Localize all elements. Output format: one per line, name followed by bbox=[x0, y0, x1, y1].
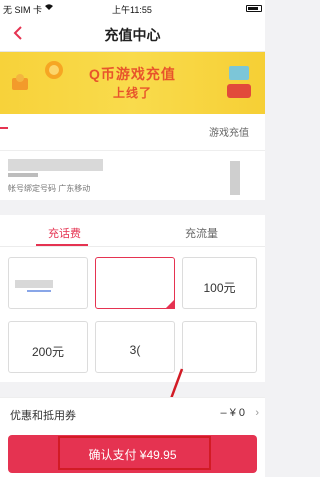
wifi-icon bbox=[44, 3, 54, 13]
recharge-tabs: 充话费 充流量 bbox=[0, 215, 265, 247]
game-recharge-row[interactable]: 游戏充值 bbox=[0, 114, 265, 150]
coupon-row[interactable]: 优惠和抵用券 – ¥ 0 › bbox=[0, 397, 265, 427]
amount-grid: 100元 200元 3( bbox=[0, 247, 265, 382]
amount-option[interactable] bbox=[182, 321, 257, 373]
amount-label: 200元 bbox=[31, 345, 65, 359]
phone-binding-hint: 帐号绑定号码 广东移动 bbox=[8, 184, 91, 193]
gift-box-icon bbox=[223, 62, 257, 107]
amount-blurred bbox=[15, 280, 53, 288]
promo-banner[interactable]: Q币游戏充值 上线了 bbox=[0, 52, 265, 114]
pay-bar: 确认支付 ¥49.95 bbox=[0, 427, 265, 477]
amount-option[interactable]: 200元 bbox=[8, 321, 88, 373]
status-bar: 无 SIM 卡 上午11:55 bbox=[0, 0, 265, 16]
tab-underline bbox=[36, 244, 88, 246]
amount-option-selected[interactable] bbox=[95, 257, 175, 309]
coupon-label: 优惠和抵用券 bbox=[10, 410, 76, 422]
amount-label: 3( bbox=[129, 343, 141, 357]
battery-icon bbox=[244, 3, 262, 13]
amount-option[interactable] bbox=[8, 257, 88, 309]
contact-icon[interactable] bbox=[230, 161, 240, 195]
amount-blurred-detail bbox=[27, 290, 51, 292]
tab-data[interactable]: 充流量 bbox=[185, 225, 218, 241]
amount-label: 100元 bbox=[203, 281, 236, 295]
tab-phone-bill[interactable]: 充话费 bbox=[48, 225, 81, 241]
confirm-pay-label: 确认支付 ¥49.95 bbox=[88, 448, 177, 462]
chevron-right-icon: › bbox=[255, 407, 259, 419]
page-title: 充值中心 bbox=[104, 27, 161, 43]
confirm-pay-button[interactable]: 确认支付 ¥49.95 bbox=[8, 435, 257, 473]
amount-option[interactable]: 100元 bbox=[182, 257, 257, 309]
game-recharge-link[interactable]: 游戏充值 bbox=[209, 124, 249, 139]
selected-check-icon bbox=[165, 299, 175, 309]
phone-number-blurred[interactable] bbox=[8, 159, 103, 171]
phone-number-blur-detail bbox=[8, 173, 38, 177]
coupon-value: – ¥ 0 bbox=[220, 407, 245, 419]
accent-mark bbox=[0, 127, 8, 129]
carrier-label: 无 SIM 卡 bbox=[3, 5, 43, 15]
nav-bar: 充值中心 bbox=[0, 16, 265, 52]
phone-number-card[interactable]: 帐号绑定号码 广东移动 bbox=[0, 150, 265, 200]
clock: 上午11:55 bbox=[112, 5, 152, 15]
